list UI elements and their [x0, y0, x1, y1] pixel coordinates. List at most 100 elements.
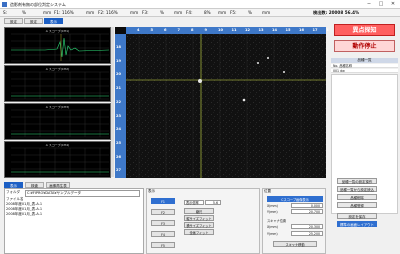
column-ruler-label: 10 [218, 28, 224, 32]
column-ruler-label: 5 [150, 28, 154, 32]
f4-button[interactable]: F4 [151, 231, 175, 237]
scanner-x-label: X(mm) [267, 225, 278, 229]
row-ruler-label: 19 [116, 58, 122, 63]
tab-setting-1[interactable]: 設定 [4, 18, 23, 24]
scanner-move-button[interactable]: スキャナ移動 [273, 241, 317, 247]
status-mm5: mm [218, 10, 227, 15]
status-f4: F4: [186, 10, 193, 15]
folder-label: フォルダ [6, 190, 20, 194]
display-panel: 表示 F1 F2 F3 F4 F5 表示倍率 5.6 縮尺 縦サイズフィット 横… [146, 188, 260, 254]
position-panel-title: 位置 [264, 189, 271, 193]
standard-layout-button[interactable]: 標準の画面レイアウト [337, 221, 377, 227]
column-ruler-label: 13 [258, 28, 264, 32]
column-ruler-label: 6 [164, 28, 167, 32]
waveform-ch3: A スコープ(CH3) [4, 103, 111, 140]
column-ruler-label: 14 [272, 28, 278, 32]
axis-labels: 4567891011121314151617181819202122232425… [115, 27, 331, 178]
waveform-plot [11, 109, 109, 138]
f1-button[interactable]: F1 [151, 198, 175, 204]
y-label: Y(mm) [267, 210, 278, 214]
f2-button[interactable]: F2 [151, 209, 175, 215]
zoom-input[interactable]: 5.6 [205, 200, 221, 205]
column-ruler-label: 15 [285, 28, 291, 32]
column-ruler-label: 16 [299, 28, 305, 32]
app-icon [2, 2, 7, 7]
status-mm1: mm [43, 10, 52, 15]
full-fit-button[interactable]: 全画フィット [184, 229, 214, 235]
row-ruler-label: 18 [116, 45, 122, 49]
status-mm6: mm [262, 10, 271, 15]
horizontal-fit-button[interactable]: 横サイズフィット [184, 222, 214, 228]
waveform-ch2: A スコープ(CH2) [4, 65, 111, 102]
status-mm2: mm [86, 10, 95, 15]
tab-display[interactable]: 表示 [44, 18, 63, 24]
maximize-button[interactable]: □ [376, 1, 386, 8]
column-ruler-label: 4 [137, 28, 140, 32]
row-ruler-label: 26 [116, 154, 122, 159]
status-f3: F3: [142, 10, 149, 15]
detect-count: 検出数: 20008 56.4% [313, 10, 360, 15]
product-list-row[interactable]: 001 dw [331, 69, 398, 73]
status-pct5: % [248, 10, 252, 15]
title-bar: 造影剤有無の部位判定システム ─ □ ✕ [0, 0, 400, 9]
column-ruler-label: 12 [245, 28, 251, 32]
row-ruler-label: 27 [116, 168, 122, 173]
product-list-config-button[interactable]: 品種一覧の設定操作 [337, 178, 377, 184]
row-ruler-label: 23 [116, 113, 122, 118]
product-delete-button[interactable]: 品種削除 [337, 194, 377, 200]
row-ruler-label: 20 [116, 72, 122, 77]
status-f5: F5: [230, 10, 237, 15]
stop-button[interactable]: 動作停止 [334, 40, 395, 52]
f3-button[interactable]: F3 [151, 220, 175, 226]
minimize-button[interactable]: ─ [364, 1, 374, 8]
product-register-button[interactable]: 品種登録 [337, 202, 377, 208]
waveform-plot [11, 147, 109, 176]
tab-setting-2[interactable]: 設定 [24, 18, 43, 24]
vertical-fit-button[interactable]: 縦サイズフィット [184, 215, 214, 221]
product-list-body[interactable] [331, 74, 398, 214]
status-f2: F2: 116% [98, 10, 118, 15]
scanner-y-input[interactable]: 25.200 [291, 231, 323, 236]
status-bar: S: % mm F1: 116% mm F2: 116% mm F3: % mm… [0, 9, 400, 17]
waveform-ch1: A スコープ(CH1) [4, 27, 111, 64]
folder-path-field[interactable]: C:¥FIPRO¥DATA¥サンプルデータ [25, 190, 140, 197]
row-ruler-label: 21 [116, 86, 122, 91]
alarm-button[interactable]: 異点探知 [334, 24, 395, 36]
column-ruler-label: 11 [231, 28, 237, 32]
position-panel: 位置 Cスコープ画像表示 X(mm) 0.000 Y(mm) 20.700 スキ… [262, 188, 326, 254]
waveform-plot [11, 33, 110, 62]
status-s-unit: % [22, 10, 26, 15]
product-list-header: 品種一覧 [331, 58, 398, 63]
display-panel-title: 表示 [148, 189, 155, 193]
scanner-position-label: スキャナ位置 [267, 219, 287, 223]
window-title: 造影剤有無の部位判定システム [10, 2, 66, 7]
status-pct3: % [160, 10, 164, 15]
file-list-item[interactable]: 2008年度01月_表-A.1 [6, 212, 42, 217]
waveform-scrollbar[interactable] [111, 27, 114, 177]
x-input[interactable]: 0.000 [291, 203, 323, 208]
waveform-ch4: A スコープ(CH4) [4, 141, 111, 178]
x-label: X(mm) [267, 204, 278, 208]
scanner-x-input[interactable]: 20.300 [291, 224, 323, 229]
scale-button[interactable]: 縮尺 [184, 208, 214, 214]
zoom-label: 表示倍率 [184, 200, 204, 205]
f5-button[interactable]: F5 [151, 242, 175, 248]
row-ruler-label: 25 [116, 140, 122, 145]
product-list-load-button[interactable]: 品種一覧から設定読込 [337, 186, 377, 192]
status-pct4: 8% [204, 10, 211, 15]
status-mm4: mm [174, 10, 183, 15]
status-mm3: mm [130, 10, 139, 15]
row-ruler-label: 22 [116, 99, 122, 104]
column-ruler-label: 9 [204, 28, 208, 32]
status-s-label: S: [3, 10, 8, 15]
right-panel: 異点探知 動作停止 品種一覧 No. 品種名称 001 dw 品種一覧の設定操作… [329, 19, 400, 254]
y-input[interactable]: 20.700 [291, 209, 323, 214]
cscope-display-button[interactable]: Cスコープ画像表示 [267, 196, 323, 202]
waveform-plot [11, 71, 109, 100]
close-button[interactable]: ✕ [388, 1, 398, 8]
save-settings-button[interactable]: 設定を保存 [337, 213, 377, 219]
status-f1: F1: 116% [54, 10, 74, 15]
file-panel: フォルダ C:¥FIPRO¥DATA¥サンプルデータ ファイル名 2008年度0… [4, 188, 144, 254]
row-ruler-label: 24 [116, 127, 122, 132]
product-list-row[interactable]: No. 品種名称 [331, 64, 398, 68]
